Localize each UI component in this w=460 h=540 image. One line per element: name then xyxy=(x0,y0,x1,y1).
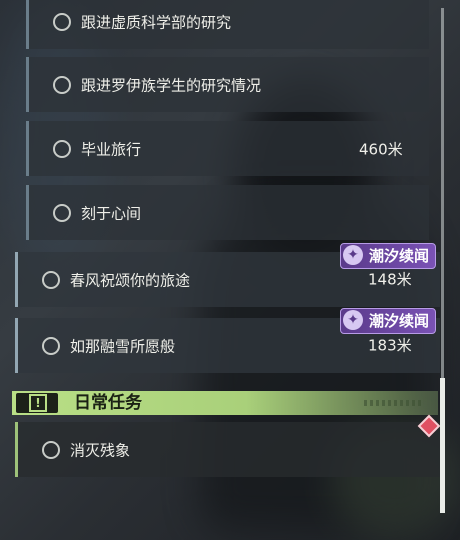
tidal-story-badge: ✦ 潮汐续闻 xyxy=(340,243,437,269)
exclamation-icon: ! xyxy=(16,393,58,413)
quest-distance: 148米 xyxy=(368,270,412,289)
quest-item[interactable]: 毕业旅行 460米 xyxy=(26,121,429,176)
quest-item[interactable]: 跟进罗伊族学生的研究情况 xyxy=(26,57,429,112)
tidal-story-badge: ✦ 潮汐续闻 xyxy=(340,308,437,334)
quest-status-circle-icon xyxy=(53,12,71,31)
quest-distance: 460米 xyxy=(359,140,403,158)
quest-label: 消灭残象 xyxy=(70,441,131,459)
quest-label: 跟进罗伊族学生的研究情况 xyxy=(81,76,262,94)
tidal-story-icon: ✦ xyxy=(343,310,363,330)
quest-item[interactable]: 跟进虚质科学部的研究 xyxy=(26,0,429,49)
scrollbar-thumb[interactable] xyxy=(440,378,445,513)
badge-label: 潮汐续闻 xyxy=(369,312,430,330)
daily-quest-item[interactable]: 消灭残象 xyxy=(15,422,440,477)
quest-status-circle-icon xyxy=(53,203,71,222)
quest-distance: 183米 xyxy=(368,336,412,355)
quest-status-circle-icon xyxy=(42,270,60,289)
quest-item[interactable]: 刻于心间 xyxy=(26,185,429,240)
quest-label: 跟进虚质科学部的研究 xyxy=(81,13,232,31)
quest-label: 刻于心间 xyxy=(81,204,142,222)
tidal-story-icon: ✦ xyxy=(343,245,363,265)
quest-status-circle-icon xyxy=(42,336,60,355)
quest-status-circle-icon xyxy=(53,75,71,94)
quest-label: 毕业旅行 xyxy=(81,140,142,158)
quest-status-circle-icon xyxy=(53,139,71,158)
badge-label: 潮汐续闻 xyxy=(369,247,430,265)
quest-status-circle-icon xyxy=(42,440,60,459)
header-decoration xyxy=(364,400,424,406)
daily-quest-section-header[interactable]: ! 日常任务 xyxy=(12,391,438,415)
quest-label: 春风祝颂你的旅途 xyxy=(70,271,191,289)
quest-label: 如那融雪所愿般 xyxy=(70,337,176,355)
section-title: 日常任务 xyxy=(74,393,142,413)
